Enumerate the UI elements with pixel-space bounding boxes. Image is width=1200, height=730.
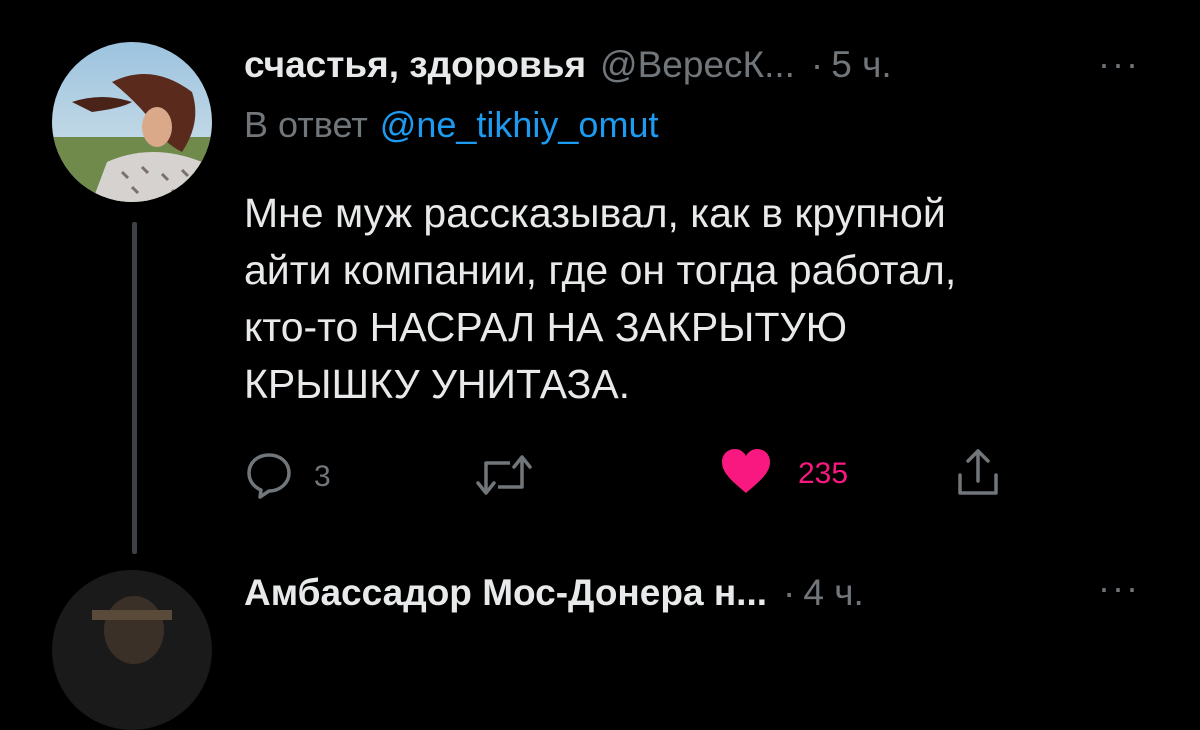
tweet-timestamp[interactable]: 5 ч. [831,44,891,86]
tweet-text-line: КРЫШКУ УНИТАЗА. [244,361,631,407]
author-handle[interactable]: @ВересК... [600,44,795,86]
share-button[interactable] [954,447,1002,504]
retweet-icon [474,451,534,504]
next-more-options-icon[interactable]: ··· [1098,570,1140,606]
retweet-button[interactable] [474,451,554,504]
separator-dot: · [810,44,824,85]
share-icon [954,447,1002,504]
tweet-header: счастья, здоровья @ВересК... · 5 ч. [244,44,892,94]
thread-connector-line [132,222,137,554]
reply-button[interactable]: 3 [244,449,331,504]
tweet-action-bar: 3 235 [244,445,1064,505]
heart-icon [720,447,772,500]
tweet-text-line: Мне муж рассказывал, как в крупной [244,190,946,236]
next-tweet-header: Амбассадор Мос-Донера н... · 4 ч. [244,572,864,614]
next-author-name[interactable]: Амбассадор Мос-Донера н... [244,572,767,614]
like-count: 235 [798,456,849,490]
more-options-icon[interactable]: ··· [1098,46,1140,82]
author-name[interactable]: счастья, здоровья [244,44,586,86]
reply-prefix: В ответ [244,104,368,145]
tweet-text-line: айти компании, где он тогда работал, [244,247,957,293]
next-tweet-timestamp[interactable]: 4 ч. [803,572,863,614]
reply-count: 3 [314,459,331,493]
separator-dot: · [783,572,796,613]
next-author-avatar[interactable] [52,570,212,730]
reply-icon [244,449,294,504]
reply-mention-link[interactable]: @ne_tikhiy_omut [380,104,659,145]
author-avatar[interactable] [52,42,212,202]
tweet-text-line: кто-то НАСРАЛ НА ЗАКРЫТУЮ [244,304,847,350]
tweet-text: Мне муж рассказывал, как в крупной айти … [244,185,1144,413]
like-button[interactable]: 235 [720,447,848,500]
reply-context: В ответ @ne_tikhiy_omut [244,104,658,146]
